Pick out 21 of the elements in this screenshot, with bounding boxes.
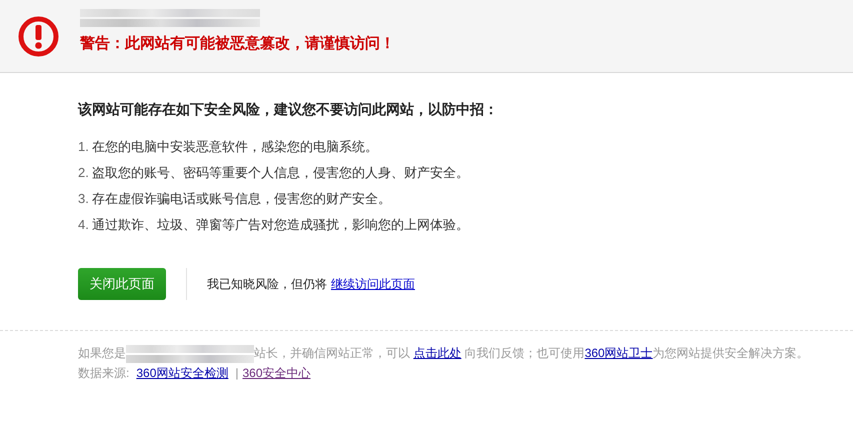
warning-message: 警告：此网站有可能被恶意篡改，请谨慎访问！ <box>80 35 395 53</box>
feedback-link[interactable]: 点击此处 <box>413 346 462 360</box>
source-link[interactable]: 360安全中心 <box>242 363 311 383</box>
risk-item: 盗取您的账号、密码等重要个人信息，侵害您的人身、财产安全。 <box>92 164 469 182</box>
list-number: 3. <box>78 190 89 208</box>
risk-item: 在您的电脑中安装恶意软件，感染您的电脑系统。 <box>92 138 378 156</box>
close-page-button[interactable]: 关闭此页面 <box>78 268 166 300</box>
source-label: 数据来源: <box>78 365 130 382</box>
source-link[interactable]: 360网站安全检测 <box>136 363 228 383</box>
list-number: 1. <box>78 138 89 156</box>
list-number: 4. <box>78 216 89 234</box>
list-number: 2. <box>78 164 89 182</box>
separator: | <box>235 365 238 382</box>
feedback-sentence: 如果您是 站长，并确信网站正常，可以 点击此处 向我们反馈；也可使用360网站卫士为您网站提供安全解决方案。 <box>78 343 853 363</box>
risk-item: 存在虚假诈骗电话或账号信息，侵害您的财产安全。 <box>92 190 391 208</box>
feedback-link[interactable]: 360网站卫士 <box>584 346 653 360</box>
risk-heading: 该网站可能存在如下安全风险，建议您不要访问此网站，以防中招： <box>78 100 499 119</box>
risk-item: 通过欺诈、垃圾、弹窗等广告对您造成骚扰，影响您的上网体验。 <box>92 216 469 234</box>
continue-link[interactable]: 继续访问此页面 <box>331 275 415 293</box>
risk-notice: 我已知晓风险，但仍将 <box>207 276 327 293</box>
warning-icon <box>18 16 59 56</box>
